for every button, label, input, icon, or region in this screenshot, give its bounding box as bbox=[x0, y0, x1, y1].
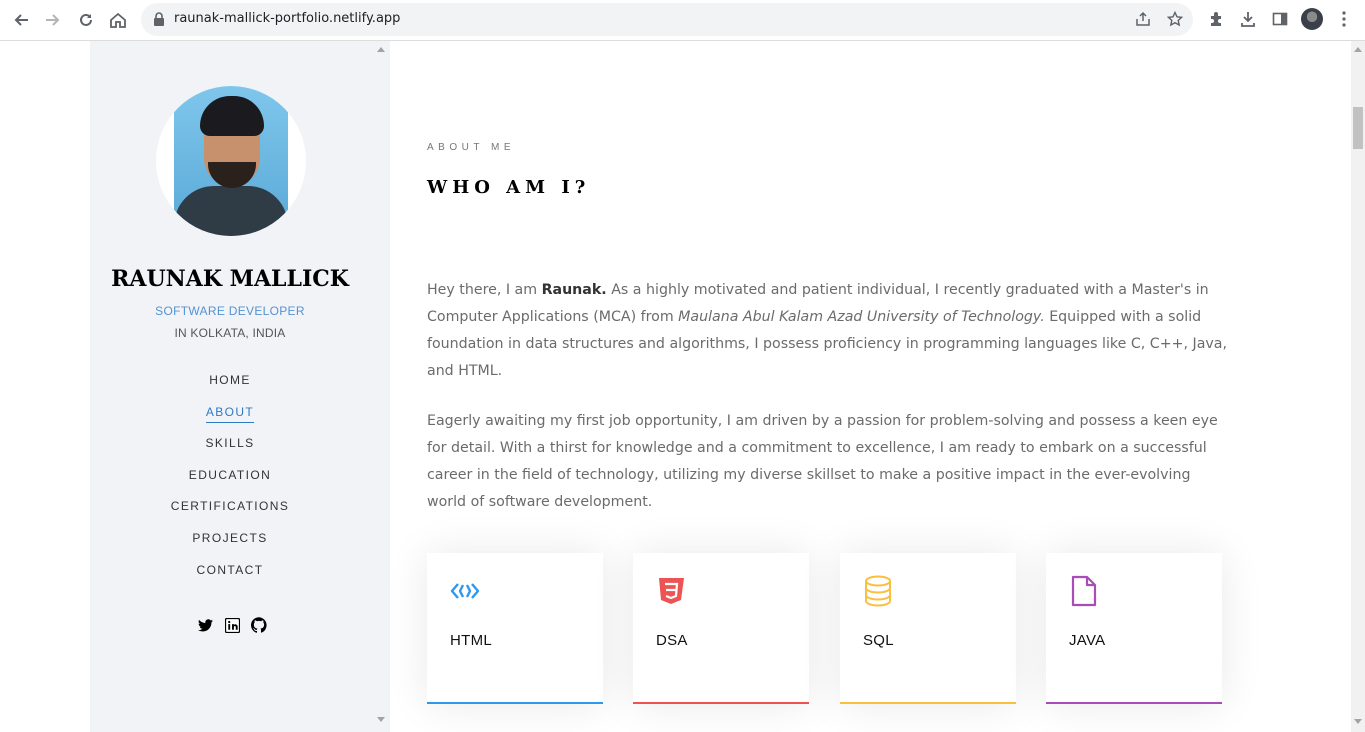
database-icon bbox=[862, 575, 894, 607]
about-university: Maulana Abul Kalam Azad University of Te… bbox=[678, 309, 1045, 325]
code-icon bbox=[449, 575, 481, 607]
menu-item-skills[interactable]: SKILLS bbox=[90, 434, 370, 466]
profile-role: SOFTWARE DEVELOPER bbox=[155, 304, 305, 318]
skill-label: JAVA bbox=[1069, 632, 1106, 649]
share-icon[interactable] bbox=[1133, 9, 1153, 29]
profile-photo bbox=[156, 86, 306, 236]
url-text[interactable]: raunak-mallick-portfolio.netlify.app bbox=[174, 11, 400, 26]
skill-card-java[interactable]: JAVA bbox=[1046, 553, 1222, 704]
skill-label: HTML bbox=[450, 632, 493, 649]
sidebar-menu: HOME ABOUT SKILLS EDUCATION CERTIFICATIO… bbox=[90, 371, 370, 592]
skill-card-sql[interactable]: SQL bbox=[840, 553, 1016, 704]
menu-item-contact[interactable]: CONTACT bbox=[90, 561, 370, 593]
home-icon[interactable] bbox=[105, 7, 131, 33]
css3-icon bbox=[655, 575, 687, 607]
file-icon bbox=[1068, 575, 1100, 607]
menu-dots-icon[interactable] bbox=[1333, 8, 1355, 30]
profile-location: IN KOLKATA, INDIA bbox=[174, 326, 286, 340]
scroll-down-icon[interactable] bbox=[1354, 719, 1362, 724]
menu-item-education[interactable]: EDUCATION bbox=[90, 466, 370, 498]
profile-avatar[interactable] bbox=[1301, 8, 1323, 30]
github-icon[interactable] bbox=[250, 616, 268, 634]
twitter-icon[interactable] bbox=[196, 616, 214, 634]
card-accent-bar bbox=[427, 702, 603, 704]
star-icon[interactable] bbox=[1165, 9, 1185, 29]
social-links bbox=[196, 616, 268, 634]
forward-icon[interactable] bbox=[40, 7, 66, 33]
card-accent-bar bbox=[1046, 702, 1222, 704]
back-icon[interactable] bbox=[8, 7, 34, 33]
page-scrollbar[interactable] bbox=[1351, 41, 1365, 732]
scroll-up-icon[interactable] bbox=[377, 47, 385, 52]
sidebar-scrollbar[interactable] bbox=[374, 41, 388, 732]
lock-icon bbox=[154, 12, 164, 26]
section-heading: WHO AM I? bbox=[427, 177, 591, 198]
menu-item-about[interactable]: ABOUT bbox=[90, 403, 370, 435]
skill-card-html[interactable]: HTML bbox=[427, 553, 603, 704]
about-paragraph-2: Eagerly awaiting my first job opportunit… bbox=[427, 413, 1218, 510]
browser-toolbar: raunak-mallick-portfolio.netlify.app bbox=[0, 0, 1365, 41]
section-eyebrow: ABOUT ME bbox=[427, 142, 516, 153]
profile-name: RAUNAK MALLICK bbox=[111, 266, 349, 292]
scroll-down-icon[interactable] bbox=[377, 717, 385, 722]
page-viewport: RAUNAK MALLICK SOFTWARE DEVELOPER IN KOL… bbox=[0, 41, 1365, 732]
download-icon[interactable] bbox=[1237, 8, 1259, 30]
scroll-thumb[interactable] bbox=[1353, 107, 1363, 149]
extensions-icon[interactable] bbox=[1205, 8, 1227, 30]
menu-item-certifications[interactable]: CERTIFICATIONS bbox=[90, 497, 370, 529]
menu-item-projects[interactable]: PROJECTS bbox=[90, 529, 370, 561]
linkedin-icon[interactable] bbox=[223, 616, 241, 634]
reload-icon[interactable] bbox=[73, 7, 99, 33]
about-paragraph-1: Hey there, I am Raunak. As a highly moti… bbox=[427, 282, 1227, 379]
card-accent-bar bbox=[840, 702, 1016, 704]
scroll-up-icon[interactable] bbox=[1354, 47, 1362, 52]
skill-label: SQL bbox=[863, 632, 894, 649]
about-name: Raunak. bbox=[541, 282, 607, 298]
skill-card-dsa[interactable]: DSA bbox=[633, 553, 809, 704]
address-bar[interactable]: raunak-mallick-portfolio.netlify.app bbox=[141, 3, 1193, 36]
menu-item-home[interactable]: HOME bbox=[90, 371, 370, 403]
side-panel-icon[interactable] bbox=[1269, 8, 1291, 30]
skill-label: DSA bbox=[656, 632, 688, 649]
card-accent-bar bbox=[633, 702, 809, 704]
